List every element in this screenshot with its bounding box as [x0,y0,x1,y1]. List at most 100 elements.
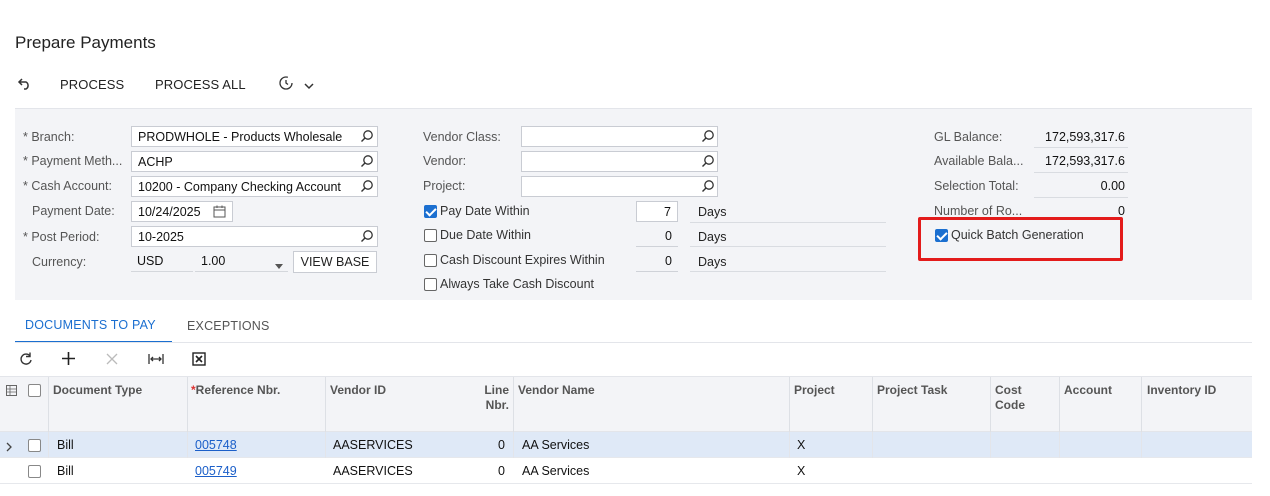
project-label: Project: [423,179,466,193]
col-project[interactable]: Project [794,383,835,398]
currency-label: Currency: [32,255,87,269]
chevron-down-icon[interactable] [304,78,314,95]
reference-nbr-link[interactable]: 005749 [195,464,237,478]
pay-date-within-days-input[interactable]: 7 [636,201,678,222]
select-all-checkbox[interactable] [28,384,41,397]
divider [690,246,886,247]
gl-balance-value: 172,593,317.6 [1045,130,1125,144]
search-icon[interactable] [701,179,717,195]
cash-discount-days-unit: Days [698,255,727,269]
selection-total-label: Selection Total: [934,179,1019,193]
cash-discount-expires-days-input[interactable]: 0 [636,251,678,272]
fit-columns-icon[interactable] [148,352,164,369]
available-balance-value: 172,593,317.6 [1045,154,1125,168]
cash-account-value: 10200 - Company Checking Account [138,180,341,194]
gl-balance-label: GL Balance: [934,130,1003,144]
col-project-task[interactable]: Project Task [877,383,947,398]
cell-line-nbr: 0 [498,464,505,478]
payment-date-label: Payment Date: [32,204,115,218]
payment-method-field[interactable]: ACHP [131,151,378,172]
vendor-class-field[interactable] [521,126,718,147]
dropdown-icon[interactable] [275,258,283,273]
vendor-label: Vendor: [423,154,467,168]
cash-account-label: Cash Account: [23,179,112,193]
search-icon[interactable] [701,154,717,170]
col-line-nbr[interactable]: Line Nbr. [470,383,509,413]
process-all-button[interactable]: PROCESS ALL [155,77,246,92]
branch-value: PRODWHOLE - Products Wholesale [138,130,343,144]
cell-reference-nbr[interactable]: 005748 [195,438,237,452]
search-icon[interactable] [360,179,376,195]
add-row-icon[interactable] [61,351,76,369]
column-separator [789,377,790,433]
search-icon[interactable] [360,229,376,245]
view-base-button[interactable]: VIEW BASE [293,251,377,273]
always-take-discount-checkbox[interactable] [424,278,437,291]
vendor-field[interactable] [521,151,718,172]
col-inventory-id[interactable]: Inventory ID [1147,383,1216,398]
currency-field[interactable]: USD [131,251,193,272]
delete-row-icon[interactable] [106,353,118,368]
selection-total-value: 0.00 [1100,179,1125,193]
col-reference-nbr[interactable]: *Reference Nbr. [191,383,280,398]
table-row[interactable]: Bill 005749 AASERVICES 0 AA Services X [0,458,1252,484]
row-checkbox[interactable] [28,465,41,478]
column-separator [325,377,326,433]
column-separator [187,377,188,433]
search-icon[interactable] [701,129,717,145]
column-separator [48,377,49,433]
divider [690,222,886,223]
col-cost-code-line1: Cost [995,383,1022,397]
schedule-icon[interactable] [278,75,294,95]
divider [690,271,886,272]
col-account[interactable]: Account [1064,383,1112,398]
cell-reference-nbr[interactable]: 005749 [195,464,237,478]
column-separator [1059,432,1060,458]
cell-vendor-name: AA Services [522,464,590,478]
page-title: Prepare Payments [15,33,156,52]
calendar-icon[interactable] [213,205,226,221]
column-separator [990,377,991,433]
cell-document-type: Bill [57,438,74,452]
col-document-type[interactable]: Document Type [53,383,142,398]
col-cost-code[interactable]: Cost Code [995,383,1025,413]
table-row[interactable]: Bill 005748 AASERVICES 0 AA Services X [0,432,1252,458]
chevron-right-icon[interactable] [6,440,13,455]
col-line-nbr-line1: Line [484,383,509,397]
row-checkbox[interactable] [28,439,41,452]
undo-icon[interactable] [17,76,33,94]
due-date-within-checkbox[interactable] [424,229,437,242]
excel-export-icon[interactable] [192,352,206,369]
post-period-field[interactable]: 10-2025 [131,226,378,247]
cash-account-field[interactable]: 10200 - Company Checking Account [131,176,378,197]
cash-discount-expires-checkbox[interactable] [424,254,437,267]
cash-discount-expires-label: Cash Discount Expires Within [440,253,605,267]
divider [1034,197,1128,198]
search-icon[interactable] [360,129,376,145]
due-date-within-days-input[interactable]: 0 [636,226,678,247]
post-period-value: 10-2025 [138,230,184,244]
payment-method-value: ACHP [138,155,173,169]
refresh-icon[interactable] [19,352,33,369]
divider [15,342,1252,343]
column-separator [789,432,790,458]
due-date-within-label: Due Date Within [440,228,532,242]
column-separator [872,432,873,458]
always-take-discount-label: Always Take Cash Discount [440,277,595,291]
column-separator [1141,432,1142,458]
row-settings-icon[interactable] [6,384,17,399]
col-vendor-id[interactable]: Vendor ID [330,383,386,398]
currency-rate-value: 1.00 [201,254,226,268]
col-vendor-name[interactable]: Vendor Name [518,383,595,398]
project-field[interactable] [521,176,718,197]
tab-exceptions[interactable]: EXCEPTIONS [187,319,270,333]
col-cost-code-line2: Code [995,398,1025,412]
number-of-rows-label: Number of Ro... [934,204,1023,218]
branch-field[interactable]: PRODWHOLE - Products Wholesale [131,126,378,147]
reference-nbr-link[interactable]: 005748 [195,438,237,452]
cell-document-type: Bill [57,464,74,478]
search-icon[interactable] [360,154,376,170]
tab-documents-to-pay[interactable]: DOCUMENTS TO PAY [25,318,156,332]
pay-date-within-checkbox[interactable] [424,205,437,218]
process-button[interactable]: PROCESS [60,77,124,92]
